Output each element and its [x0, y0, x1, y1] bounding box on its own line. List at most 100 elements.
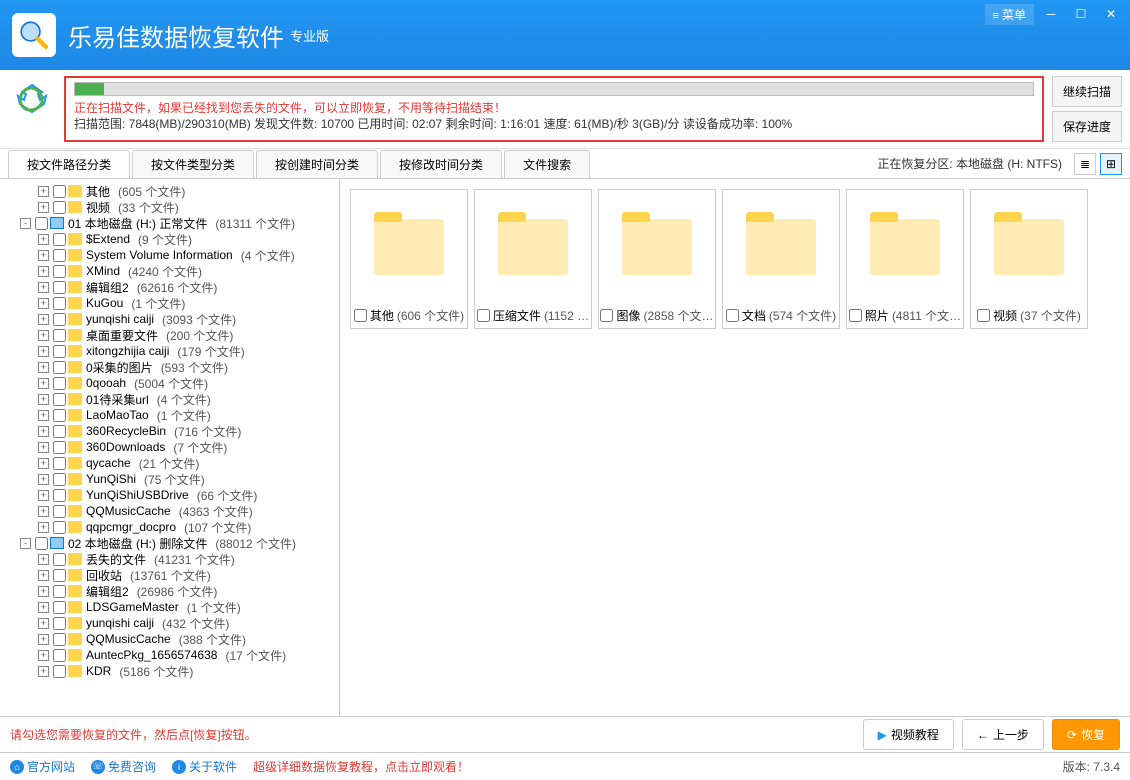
tree-checkbox[interactable]	[53, 297, 66, 310]
expander-icon[interactable]: -	[20, 218, 31, 229]
tree-node[interactable]: +回收站(13761 个文件)	[2, 567, 337, 583]
minimize-button[interactable]: ─	[1038, 4, 1064, 24]
expander-icon[interactable]: +	[38, 586, 49, 597]
grid-checkbox[interactable]	[726, 309, 739, 322]
grid-item[interactable]: 照片 (4811 个文…	[846, 189, 964, 329]
expander-icon[interactable]: +	[38, 314, 49, 325]
expander-icon[interactable]: +	[38, 394, 49, 405]
tree-node[interactable]: +yunqishi caiji(3093 个文件)	[2, 311, 337, 327]
tree-checkbox[interactable]	[53, 265, 66, 278]
grid-item[interactable]: 视频 (37 个文件)	[970, 189, 1088, 329]
tree-checkbox[interactable]	[53, 201, 66, 214]
tree-checkbox[interactable]	[53, 649, 66, 662]
expander-icon[interactable]: -	[20, 538, 31, 549]
expander-icon[interactable]: +	[38, 410, 49, 421]
tree-node[interactable]: +YunQiShi(75 个文件)	[2, 471, 337, 487]
expander-icon[interactable]: +	[38, 234, 49, 245]
tree-node[interactable]: +AuntecPkg_1656574638(17 个文件)	[2, 647, 337, 663]
tree-node[interactable]: +System Volume Information(4 个文件)	[2, 247, 337, 263]
expander-icon[interactable]: +	[38, 346, 49, 357]
save-progress-button[interactable]: 保存进度	[1052, 111, 1122, 142]
tree-node[interactable]: +QQMusicCache(388 个文件)	[2, 631, 337, 647]
tab-by-path[interactable]: 按文件路径分类	[8, 150, 130, 178]
tutorial-link[interactable]: 超级详细数据恢复教程，点击立即观看！	[253, 758, 469, 775]
tree-node[interactable]: -01 本地磁盘 (H:) 正常文件(81311 个文件)	[2, 215, 337, 231]
expander-icon[interactable]: +	[38, 650, 49, 661]
tree-checkbox[interactable]	[53, 505, 66, 518]
maximize-button[interactable]: ☐	[1068, 4, 1094, 24]
grid-item[interactable]: 其他 (606 个文件)	[350, 189, 468, 329]
tree-node[interactable]: -02 本地磁盘 (H:) 删除文件(88012 个文件)	[2, 535, 337, 551]
tree-node[interactable]: +360Downloads(7 个文件)	[2, 439, 337, 455]
grid-checkbox[interactable]	[477, 309, 490, 322]
expander-icon[interactable]: +	[38, 666, 49, 677]
expander-icon[interactable]: +	[38, 378, 49, 389]
expander-icon[interactable]: +	[38, 186, 49, 197]
tree-node[interactable]: +编辑组2(26986 个文件)	[2, 583, 337, 599]
tree-node[interactable]: +YunQiShiUSBDrive(66 个文件)	[2, 487, 337, 503]
tree-node[interactable]: +qycache(21 个文件)	[2, 455, 337, 471]
expander-icon[interactable]: +	[38, 442, 49, 453]
grid-item[interactable]: 压缩文件 (1152 …	[474, 189, 592, 329]
tree-checkbox[interactable]	[53, 569, 66, 582]
recover-button[interactable]: ⟳ 恢复	[1052, 719, 1120, 750]
expander-icon[interactable]: +	[38, 458, 49, 469]
expander-icon[interactable]: +	[38, 618, 49, 629]
free-consult-link[interactable]: ☏免费咨询	[91, 758, 156, 775]
tree-node[interactable]: +桌面重要文件(200 个文件)	[2, 327, 337, 343]
tree-node[interactable]: +KDR(5186 个文件)	[2, 663, 337, 679]
tree-checkbox[interactable]	[53, 377, 66, 390]
tree-checkbox[interactable]	[53, 521, 66, 534]
tree-checkbox[interactable]	[53, 601, 66, 614]
tab-by-type[interactable]: 按文件类型分类	[132, 150, 254, 178]
tree-node[interactable]: +01待采集url(4 个文件)	[2, 391, 337, 407]
expander-icon[interactable]: +	[38, 266, 49, 277]
tree-checkbox[interactable]	[53, 633, 66, 646]
grid-checkbox[interactable]	[600, 309, 613, 322]
official-site-link[interactable]: ⌂官方网站	[10, 758, 75, 775]
view-list-button[interactable]: ≣	[1074, 153, 1096, 175]
tree-checkbox[interactable]	[53, 361, 66, 374]
expander-icon[interactable]: +	[38, 570, 49, 581]
tree-node[interactable]: +KuGou(1 个文件)	[2, 295, 337, 311]
tab-by-created[interactable]: 按创建时间分类	[256, 150, 378, 178]
tree-node[interactable]: +LDSGameMaster(1 个文件)	[2, 599, 337, 615]
tree-checkbox[interactable]	[35, 217, 48, 230]
expander-icon[interactable]: +	[38, 554, 49, 565]
tree-node[interactable]: +XMind(4240 个文件)	[2, 263, 337, 279]
tab-search[interactable]: 文件搜索	[504, 150, 590, 178]
tree-node[interactable]: +编辑组2(62616 个文件)	[2, 279, 337, 295]
tree-node[interactable]: +360RecycleBin(716 个文件)	[2, 423, 337, 439]
continue-scan-button[interactable]: 继续扫描	[1052, 76, 1122, 107]
tree-node[interactable]: +视频(33 个文件)	[2, 199, 337, 215]
grid-checkbox[interactable]	[849, 309, 862, 322]
tree-checkbox[interactable]	[53, 457, 66, 470]
expander-icon[interactable]: +	[38, 474, 49, 485]
about-link[interactable]: i关于软件	[172, 758, 237, 775]
expander-icon[interactable]: +	[38, 634, 49, 645]
tree-checkbox[interactable]	[53, 553, 66, 566]
expander-icon[interactable]: +	[38, 330, 49, 341]
tree-checkbox[interactable]	[53, 473, 66, 486]
tree-checkbox[interactable]	[53, 617, 66, 630]
tree-node[interactable]: +0qooah(5004 个文件)	[2, 375, 337, 391]
tree-checkbox[interactable]	[53, 313, 66, 326]
close-button[interactable]: ✕	[1098, 4, 1124, 24]
tree-checkbox[interactable]	[53, 409, 66, 422]
expander-icon[interactable]: +	[38, 602, 49, 613]
tree-node[interactable]: +0采集的图片(593 个文件)	[2, 359, 337, 375]
tree-node[interactable]: +LaoMaoTao(1 个文件)	[2, 407, 337, 423]
tree-checkbox[interactable]	[53, 345, 66, 358]
expander-icon[interactable]: +	[38, 490, 49, 501]
tree-node[interactable]: +其他(605 个文件)	[2, 183, 337, 199]
grid-item[interactable]: 图像 (2858 个文…	[598, 189, 716, 329]
tree-checkbox[interactable]	[53, 233, 66, 246]
tree-node[interactable]: +$Extend(9 个文件)	[2, 231, 337, 247]
prev-step-button[interactable]: ← 上一步	[962, 719, 1044, 750]
expander-icon[interactable]: +	[38, 362, 49, 373]
expander-icon[interactable]: +	[38, 506, 49, 517]
tree-checkbox[interactable]	[53, 665, 66, 678]
grid-checkbox[interactable]	[354, 309, 367, 322]
video-tutorial-button[interactable]: ▶视频教程	[863, 719, 954, 750]
grid-item[interactable]: 文档 (574 个文件)	[722, 189, 840, 329]
